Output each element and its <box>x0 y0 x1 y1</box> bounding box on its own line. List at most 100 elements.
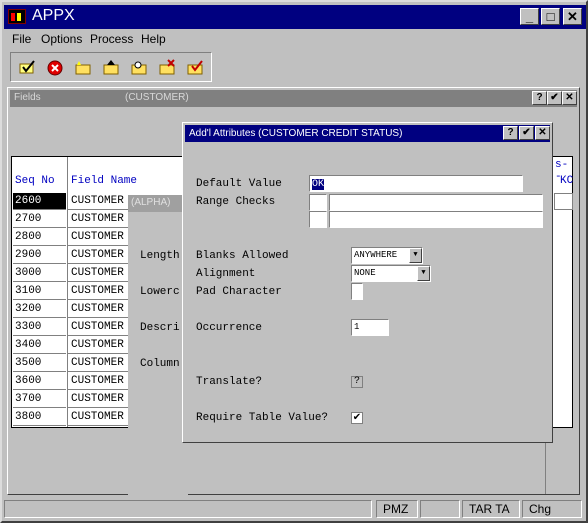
folder-delete-icon[interactable] <box>157 59 177 77</box>
occurrence-label: Occurrence <box>196 322 263 334</box>
table-row[interactable]: 2800 CUSTOMER <box>12 229 132 247</box>
addl-attributes-dialog: Add'l Attributes (CUSTOMER CREDIT STATUS… <box>182 122 553 443</box>
help-button[interactable]: ? <box>532 91 547 105</box>
menu-options[interactable]: Options <box>41 32 82 46</box>
menu-bar: File Options Process Help <box>4 30 586 48</box>
range-check-op-2[interactable] <box>309 211 327 228</box>
chevron-down-icon[interactable]: ▼ <box>409 248 422 263</box>
table-row[interactable]: 3800 CUSTOMER <box>12 409 132 427</box>
alpha-title: (ALPHA) <box>128 195 188 212</box>
field-name-cell[interactable]: CUSTOMER <box>68 391 132 408</box>
seq-cell[interactable]: 3700 <box>13 391 66 408</box>
status-pmz: PMZ <box>376 500 418 518</box>
field-name-cell[interactable]: CUSTOMER <box>68 265 132 282</box>
folder-star-icon[interactable] <box>73 59 93 77</box>
table-row[interactable]: 3600 CUSTOMER <box>12 373 132 391</box>
column-header-field-name: Field Name <box>71 175 138 187</box>
alignment-select[interactable]: NONE ▼ <box>351 265 431 282</box>
default-value-label: Default Value <box>196 178 282 190</box>
field-name-cell[interactable]: CUSTOMER <box>68 247 132 264</box>
chevron-down-icon[interactable]: ▼ <box>417 266 430 281</box>
range-check-op-1[interactable] <box>309 194 327 211</box>
column-header-right: KC <box>560 175 574 187</box>
column-header-seq: Seq No <box>15 175 55 187</box>
appx-logo-icon <box>8 9 26 24</box>
menu-process[interactable]: Process <box>90 32 133 46</box>
seq-cell[interactable]: 2600 <box>13 193 66 210</box>
help-button[interactable]: ? <box>503 126 518 140</box>
blanks-allowed-select[interactable]: ANYWHERE ▼ <box>351 247 423 264</box>
range-checks-label: Range Checks <box>196 196 276 208</box>
seq-cell[interactable]: 3800 <box>13 409 66 426</box>
alignment-value: NONE <box>354 268 376 278</box>
range-check-value-1[interactable] <box>329 194 543 211</box>
seq-cell[interactable]: 3400 <box>13 337 66 354</box>
length-label: Length <box>140 250 180 262</box>
field-name-cell[interactable]: CUSTOMER <box>68 193 132 210</box>
cancel-icon[interactable] <box>45 59 65 77</box>
ok-button[interactable]: ✔ <box>519 126 534 140</box>
table-row[interactable]: 3400 CUSTOMER <box>12 337 132 355</box>
title-bar[interactable]: APPX _ □ ✕ <box>4 5 586 29</box>
default-value-text: OK <box>312 179 325 190</box>
translate-label: Translate? <box>196 376 263 388</box>
seq-cell[interactable]: 3000 <box>13 265 66 282</box>
table-row[interactable]: 3100 CUSTOMER <box>12 283 132 301</box>
confirm-icon[interactable] <box>17 59 37 77</box>
occurrence-value: 1 <box>354 322 360 332</box>
field-name-cell[interactable]: CUSTOMER <box>68 229 132 246</box>
seq-cell[interactable]: 3600 <box>13 373 66 390</box>
table-row[interactable]: 2600 CUSTOMER <box>12 193 132 211</box>
seq-cell[interactable]: 3200 <box>13 301 66 318</box>
table-row[interactable]: 3200 CUSTOMER <box>12 301 132 319</box>
pad-character-field[interactable] <box>351 283 363 300</box>
seq-cell[interactable]: 3100 <box>13 283 66 300</box>
table-row[interactable]: 3000 CUSTOMER <box>12 265 132 283</box>
occurrence-field[interactable]: 1 <box>351 319 389 336</box>
maximize-button[interactable]: □ <box>541 8 560 25</box>
alignment-label: Alignment <box>196 268 256 280</box>
seq-cell[interactable]: 2900 <box>13 247 66 264</box>
field-name-cell[interactable]: CUSTOMER <box>68 409 132 426</box>
require-table-value-checkbox[interactable]: ✔ <box>351 412 363 424</box>
fields-title-bar[interactable]: Fields (CUSTOMER) ? ✔ ✕ <box>10 90 577 107</box>
dialog-title-bar[interactable]: Add'l Attributes (CUSTOMER CREDIT STATUS… <box>185 125 550 142</box>
table-row[interactable]: 3300 CUSTOMER <box>12 319 132 337</box>
table-row[interactable]: 2700 CUSTOMER <box>12 211 132 229</box>
seq-cell[interactable]: 2800 <box>13 229 66 246</box>
field-name-cell[interactable]: CUSTOMER <box>68 283 132 300</box>
status-tar: TAR TA <box>462 500 520 518</box>
fields-subtitle: (CUSTOMER) <box>125 92 189 103</box>
status-chg: Chg <box>522 500 582 518</box>
status-panel-main <box>4 500 372 518</box>
field-name-cell[interactable]: CUSTOMER <box>68 211 132 228</box>
minimize-button[interactable]: _ <box>520 8 539 25</box>
ok-button[interactable]: ✔ <box>547 91 562 105</box>
folder-check-icon[interactable] <box>185 59 205 77</box>
app-title: APPX <box>32 7 75 24</box>
field-name-cell[interactable]: CUSTOMER <box>68 319 132 336</box>
field-name-cell[interactable]: CUSTOMER <box>68 337 132 354</box>
menu-file[interactable]: File <box>12 32 31 46</box>
default-value-field[interactable]: OK <box>309 175 523 192</box>
translate-checkbox[interactable]: ? <box>351 376 363 388</box>
seq-cell[interactable]: 3300 <box>13 319 66 336</box>
field-name-cell[interactable]: CUSTOMER <box>68 301 132 318</box>
folder-search-icon[interactable] <box>129 59 149 77</box>
seq-cell[interactable]: 3500 <box>13 355 66 372</box>
range-check-value-2[interactable] <box>329 211 543 228</box>
table-row[interactable]: 3500 CUSTOMER <box>12 355 132 373</box>
field-name-cell[interactable]: CUSTOMER <box>68 355 132 372</box>
right-column-cell[interactable] <box>554 193 573 210</box>
seq-cell[interactable]: 2700 <box>13 211 66 228</box>
status-bar: PMZ TAR TA Chg <box>4 498 584 519</box>
close-button[interactable]: ✕ <box>563 8 582 25</box>
folder-up-icon[interactable] <box>101 59 121 77</box>
field-name-cell[interactable]: CUSTOMER <box>68 373 132 390</box>
table-row[interactable]: 2900 CUSTOMER <box>12 247 132 265</box>
fields-title: Fields <box>14 92 41 103</box>
menu-help[interactable]: Help <box>141 32 166 46</box>
table-row[interactable]: 3700 CUSTOMER <box>12 391 132 409</box>
close-button[interactable]: ✕ <box>535 126 550 140</box>
close-button[interactable]: ✕ <box>562 91 577 105</box>
